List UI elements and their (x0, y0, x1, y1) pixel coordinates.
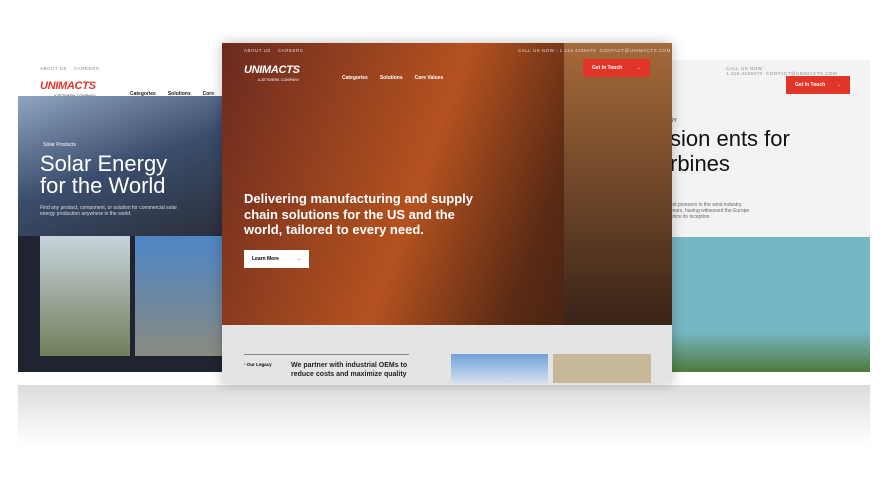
nav-core-values[interactable]: Core Values (415, 75, 444, 81)
get-in-touch-button[interactable]: Get In Touch → (786, 76, 850, 94)
solar-page-preview: ABOUT US CAREERS UNIMACTSA ZETWERK COMPA… (18, 60, 224, 372)
worker-image (553, 354, 651, 383)
get-in-touch-button[interactable]: Get In Touch → (583, 59, 650, 77)
nav-categories[interactable]: Categories (342, 75, 368, 81)
nav-solutions[interactable]: Solutions (380, 75, 403, 81)
solar-site-image (135, 236, 224, 356)
hero-title: sion ents for rbines (670, 126, 790, 176)
logo[interactable]: UNIMACTSA ZETWERK COMPANY (40, 76, 96, 98)
phone-link[interactable]: CALL US NOW : 1.416.4156070 (726, 66, 766, 76)
logo[interactable]: UNIMACTSA ZETWERK COMPANY (244, 60, 300, 82)
home-page-preview: ABOUT US CAREERS CALL US NOW : 1.416.415… (222, 43, 672, 383)
careers-link[interactable]: CAREERS (278, 48, 303, 53)
eyebrow: • Solar Products (40, 142, 76, 148)
wind-page-preview: CALL US NOW : 1.416.4156070 CONTACT@UNIM… (670, 60, 870, 372)
hero-desc: Find any product, component, or solution… (40, 205, 178, 217)
sky-image (451, 354, 548, 383)
hero-desc: est pioneers in the wind industry. years… (670, 202, 750, 220)
hero-image-silhouette (564, 43, 672, 325)
learn-more-button[interactable]: Learn More → (244, 250, 309, 268)
wind-turbine-image (670, 237, 870, 372)
legacy-label: Our Legacy (246, 362, 272, 367)
about-link[interactable]: ABOUT US (244, 48, 271, 53)
hero-title: Solar Energy for the World (40, 151, 168, 198)
solar-pole-image (40, 236, 130, 356)
about-link[interactable]: ABOUT US (40, 66, 67, 71)
legacy-text: We partner with industrial OEMs to reduc… (291, 362, 408, 378)
phone-link[interactable]: CALL US NOW : 1.416.4156070 (518, 48, 596, 53)
hero-headline: Delivering manufacturing and supply chai… (244, 191, 473, 237)
careers-link[interactable]: CAREERS (74, 66, 99, 71)
email-link[interactable]: CONTACT@UNIMACTS.COM (600, 48, 671, 53)
